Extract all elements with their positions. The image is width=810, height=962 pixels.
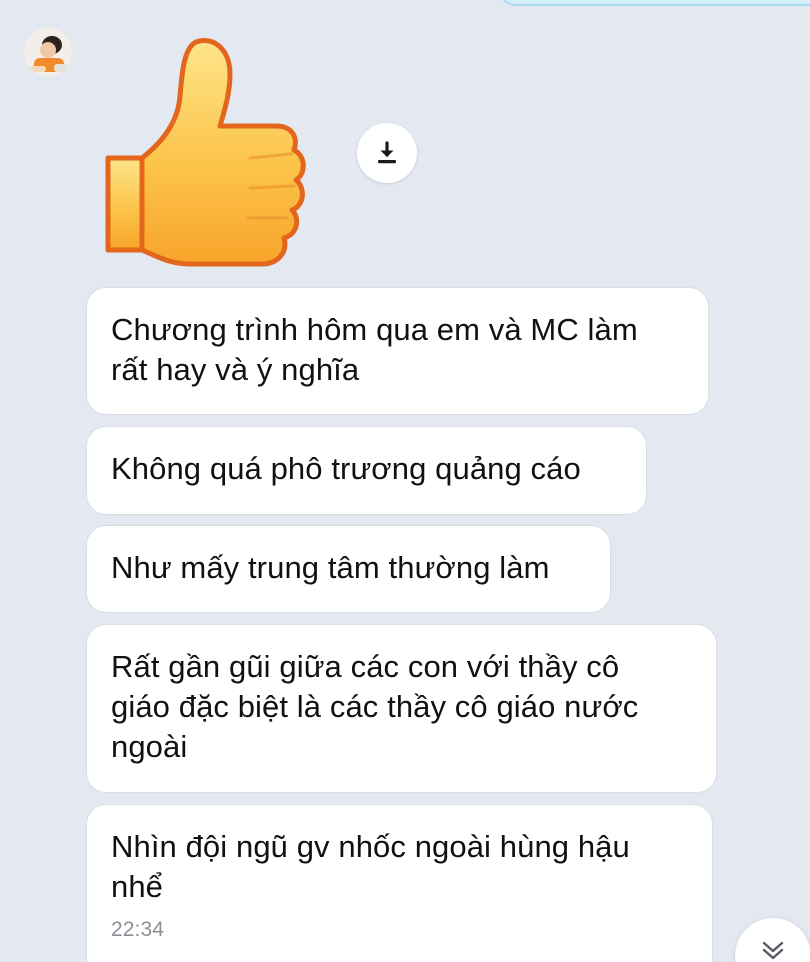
message-text: Nhìn đội ngũ gv nhốc ngoài hùng hậu nhể <box>111 829 630 904</box>
double-chevron-down-icon <box>762 941 784 960</box>
message-text: Như mấy trung tâm thường làm <box>111 550 550 585</box>
thumbs-up-sticker[interactable] <box>100 34 310 270</box>
message-bubble[interactable]: Chương trình hôm qua em và MC làm rất ha… <box>86 287 709 415</box>
avatar[interactable] <box>24 28 72 76</box>
message-bubble[interactable]: Như mấy trung tâm thường làm <box>86 525 611 613</box>
message-timestamp: 22:34 <box>111 918 165 941</box>
download-button[interactable] <box>357 123 417 183</box>
chat-view: Chương trình hôm qua em và MC làm rất ha… <box>0 0 810 962</box>
download-icon <box>378 141 396 164</box>
message-text: Chương trình hôm qua em và MC làm rất ha… <box>111 312 638 387</box>
thumbs-up-icon <box>105 38 306 267</box>
scroll-to-bottom-button[interactable] <box>735 918 810 962</box>
message-bubble[interactable]: Nhìn đội ngũ gv nhốc ngoài hùng hậu nhể … <box>86 804 713 962</box>
message-bubble[interactable]: Rất gần gũi giữa các con với thầy cô giá… <box>86 624 717 793</box>
message-text: Không quá phô trương quảng cáo <box>111 451 581 486</box>
previous-outgoing-message-bubble[interactable] <box>498 0 810 6</box>
message-bubble[interactable]: Không quá phô trương quảng cáo <box>86 426 647 515</box>
message-text: Rất gần gũi giữa các con với thầy cô giá… <box>111 649 639 764</box>
